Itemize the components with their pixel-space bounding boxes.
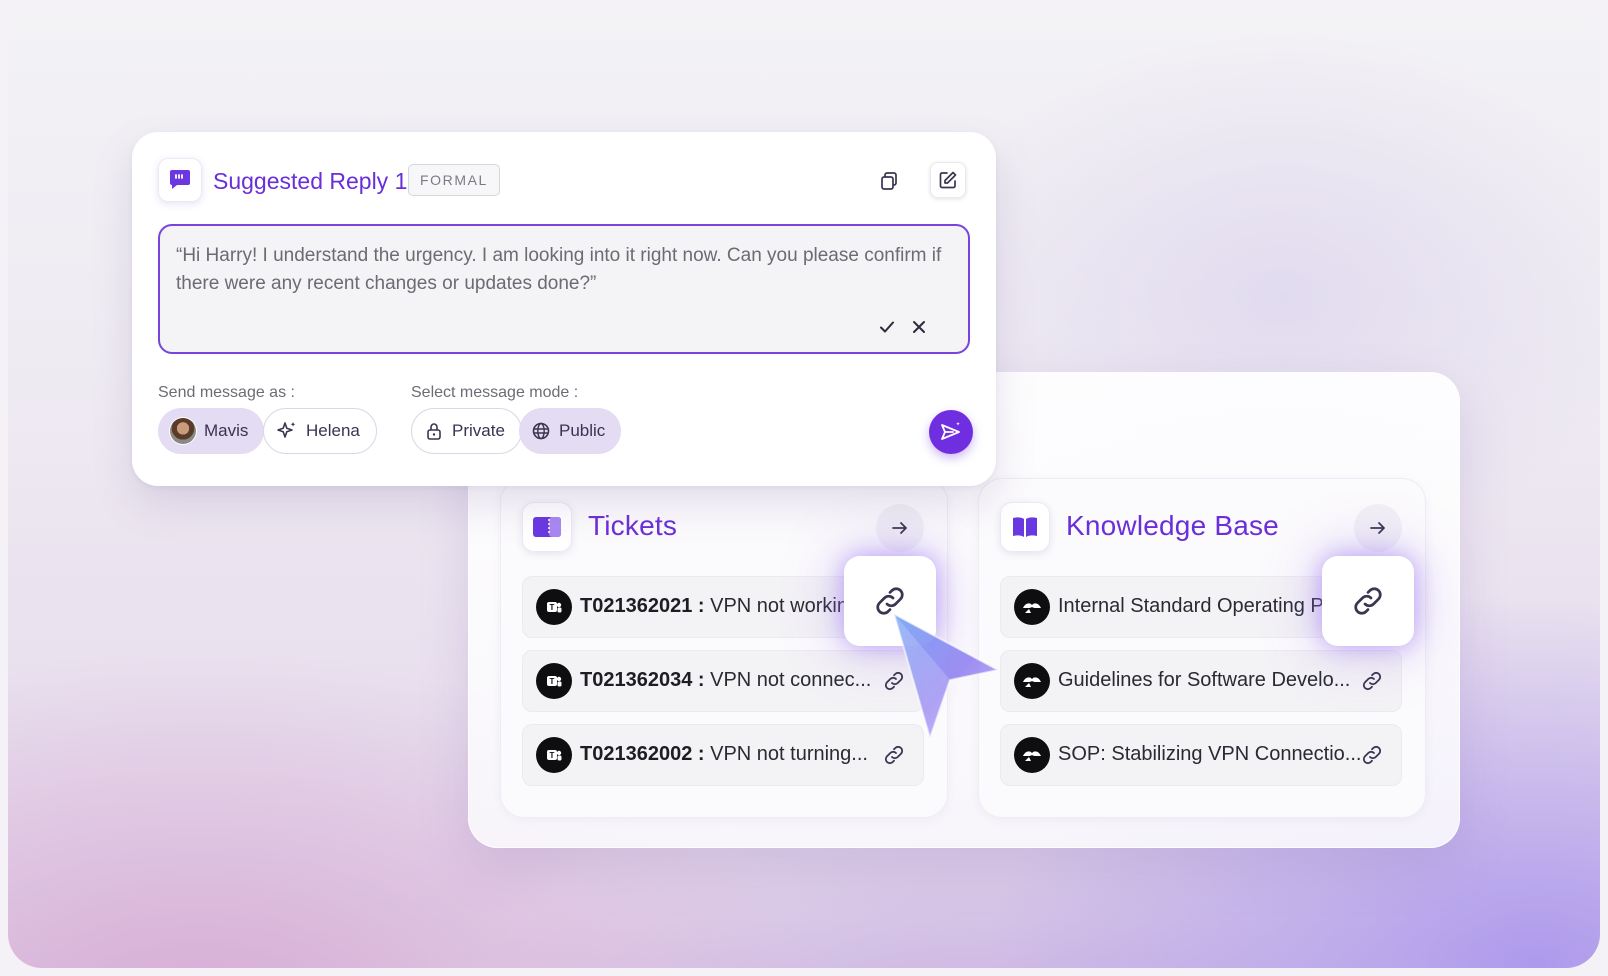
background: Tickets T T021362021 : VPN not workin...… [8, 8, 1600, 968]
article-title: Guidelines for Software Develo... [1058, 669, 1351, 691]
sender-helena-chip[interactable]: Helena [263, 408, 377, 454]
knowledge-base-open-button[interactable] [1354, 504, 1402, 552]
book-icon [1000, 502, 1050, 552]
lock-icon [427, 423, 441, 440]
zendesk-icon [1014, 663, 1050, 699]
send-icon [941, 422, 960, 440]
mode-name: Public [559, 421, 606, 440]
tickets-icon [522, 502, 572, 552]
tickets-open-button[interactable] [876, 504, 924, 552]
avatar [170, 418, 196, 444]
reject-button[interactable] [906, 314, 932, 340]
article-link-button-highlighted[interactable] [1322, 556, 1414, 646]
article-link-button[interactable] [1358, 741, 1386, 769]
article-row[interactable]: Guidelines for Software Develo... [1000, 650, 1402, 712]
knowledge-base-title: Knowledge Base [1066, 510, 1279, 541]
ticket-summary: VPN not turning... [704, 743, 868, 765]
ticket-row[interactable]: T T021362034 : VPN not connec... [522, 650, 924, 712]
tickets-header: Tickets [522, 502, 926, 554]
reply-title: Suggested Reply 1 [213, 168, 408, 194]
send-as-label: Send message as : [158, 384, 295, 401]
teams-icon: T [536, 589, 572, 625]
copy-button[interactable] [872, 164, 906, 198]
send-button[interactable] [929, 410, 973, 454]
check-icon [880, 321, 894, 333]
ticket-summary: VPN not connec... [704, 669, 872, 691]
link-icon [1362, 745, 1382, 765]
globe-icon [532, 422, 550, 440]
reply-text-editor[interactable]: “Hi Harry! I understand the urgency. I a… [158, 224, 970, 354]
svg-text:T: T [550, 751, 555, 760]
tickets-title: Tickets [588, 510, 678, 541]
ticket-label: T021362002 : VPN not turning... [580, 743, 868, 766]
mode-private-chip[interactable]: Private [411, 408, 522, 454]
cursor-pointer-icon [893, 613, 999, 739]
article-row[interactable]: SOP: Stabilizing VPN Connectio... [1000, 724, 1402, 786]
svg-text:T: T [550, 677, 555, 686]
mode-public-chip[interactable]: Public [519, 408, 622, 454]
sparkle-icon [277, 422, 296, 438]
close-icon [913, 321, 925, 333]
article-link-button[interactable] [1358, 667, 1386, 695]
ticket-id: T021362002 : [580, 743, 705, 765]
tone-badge: FORMAL [408, 164, 500, 196]
sender-name: Mavis [204, 421, 249, 440]
tickets-panel: Tickets T T021362021 : VPN not workin...… [500, 478, 948, 818]
ticket-id: T021362021 : [580, 595, 705, 617]
knowledge-base-header: Knowledge Base [1000, 502, 1404, 554]
knowledge-base-panel: Knowledge Base Internal Standard Operati… [978, 478, 1426, 818]
arrow-right-icon [892, 522, 907, 534]
link-icon [1354, 587, 1382, 615]
zendesk-icon [1014, 737, 1050, 773]
ticket-label: T021362034 : VPN not connec... [580, 669, 871, 692]
suggested-reply-card: Suggested Reply 1 FORMAL “Hi Harry! I un… [132, 132, 996, 486]
article-title: SOP: Stabilizing VPN Connectio... [1058, 743, 1362, 765]
mode-name: Private [452, 421, 505, 440]
edit-button[interactable] [930, 162, 966, 198]
zendesk-icon [1014, 589, 1050, 625]
link-icon [1362, 671, 1382, 691]
ticket-label: T021362021 : VPN not workin... [580, 595, 865, 618]
svg-text:T: T [550, 603, 555, 612]
reply-text[interactable]: “Hi Harry! I understand the urgency. I a… [176, 242, 950, 298]
copy-icon [881, 172, 897, 190]
ticket-id: T021362034 : [580, 669, 705, 691]
teams-icon: T [536, 737, 572, 773]
sender-mavis-chip[interactable]: Mavis [158, 408, 265, 454]
sender-name: Helena [306, 421, 360, 440]
quote-icon [158, 158, 202, 202]
teams-icon: T [536, 663, 572, 699]
arrow-right-icon [1370, 522, 1385, 534]
edit-icon [939, 171, 957, 189]
mode-label: Select message mode : [411, 384, 579, 401]
ticket-row[interactable]: T T021362002 : VPN not turning... [522, 724, 924, 786]
accept-button[interactable] [874, 314, 900, 340]
article-title: Internal Standard Operating Pr... [1058, 595, 1346, 617]
ticket-summary: VPN not workin... [704, 595, 865, 617]
